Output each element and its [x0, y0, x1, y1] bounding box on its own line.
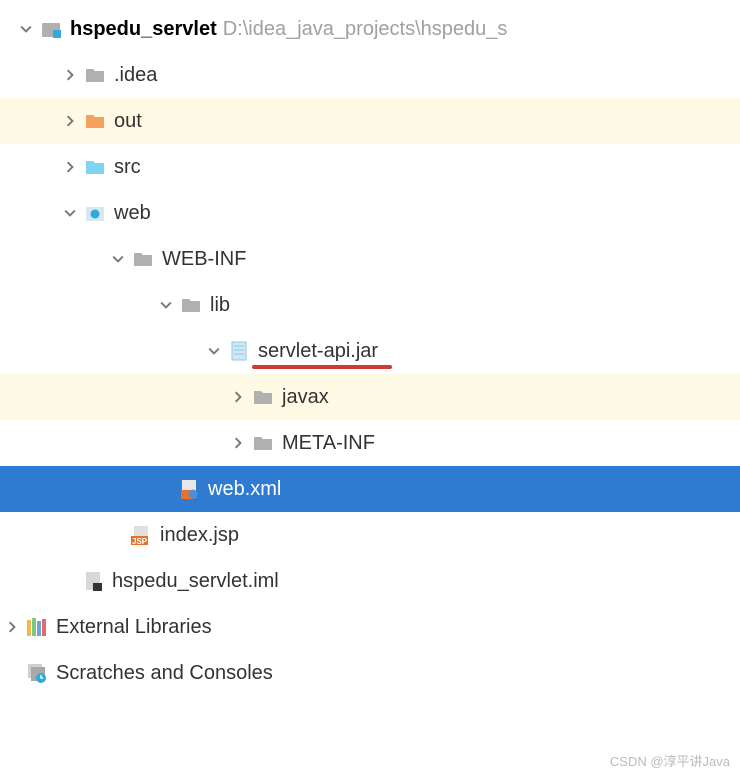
- chevron-down-icon[interactable]: [158, 297, 174, 313]
- folder-icon: [132, 249, 154, 269]
- chevron-down-icon[interactable]: [110, 251, 126, 267]
- project-tree: hspedu_servlet D:\idea_java_projects\hsp…: [0, 0, 740, 696]
- tree-item-label: out: [114, 110, 142, 133]
- tree-row-scratches[interactable]: Scratches and Consoles: [0, 650, 740, 696]
- tree-item-label: META-INF: [282, 432, 375, 455]
- folder-icon: [252, 387, 274, 407]
- tree-item-label: servlet-api.jar: [258, 340, 378, 363]
- tree-item-label: WEB-INF: [162, 248, 246, 271]
- tree-row-webxml[interactable]: web.xml: [0, 466, 740, 512]
- chevron-down-icon[interactable]: [206, 343, 222, 359]
- libraries-icon: [26, 617, 48, 637]
- folder-icon: [180, 295, 202, 315]
- annotation-underline: [252, 365, 392, 369]
- folder-icon: [84, 111, 106, 131]
- chevron-right-icon[interactable]: [62, 67, 78, 83]
- chevron-right-icon[interactable]: [4, 619, 20, 635]
- web-folder-icon: [84, 203, 106, 223]
- tree-row-webinf[interactable]: WEB-INF: [0, 236, 740, 282]
- folder-icon: [84, 65, 106, 85]
- tree-row-out[interactable]: out: [0, 98, 740, 144]
- jar-icon: [228, 341, 250, 361]
- folder-icon: [252, 433, 274, 453]
- iml-file-icon: [82, 571, 104, 591]
- tree-item-label: web: [114, 202, 151, 225]
- tree-item-label: javax: [282, 386, 329, 409]
- tree-row-iml[interactable]: hspedu_servlet.iml: [0, 558, 740, 604]
- tree-row-metainf[interactable]: META-INF: [0, 420, 740, 466]
- tree-item-label: lib: [210, 294, 230, 317]
- chevron-down-icon[interactable]: [62, 205, 78, 221]
- chevron-down-icon[interactable]: [18, 21, 34, 37]
- project-name: hspedu_servlet: [70, 18, 217, 41]
- tree-row-web[interactable]: web: [0, 190, 740, 236]
- watermark: CSDN @淳平讲Java: [610, 751, 730, 770]
- xml-file-icon: [178, 479, 200, 499]
- scratches-icon: [26, 663, 48, 683]
- tree-item-label: index.jsp: [160, 524, 239, 547]
- tree-item-label: Scratches and Consoles: [56, 662, 273, 685]
- chevron-right-icon[interactable]: [62, 159, 78, 175]
- tree-row-javax[interactable]: javax: [0, 374, 740, 420]
- tree-row-idea[interactable]: .idea: [0, 52, 740, 98]
- folder-icon: [84, 157, 106, 177]
- tree-item-label: .idea: [114, 64, 157, 87]
- chevron-right-icon[interactable]: [62, 113, 78, 129]
- chevron-right-icon[interactable]: [230, 435, 246, 451]
- svg-text:JSP: JSP: [132, 537, 148, 545]
- tree-row-indexjsp[interactable]: JSP index.jsp: [0, 512, 740, 558]
- project-path: D:\idea_java_projects\hspedu_s: [223, 18, 508, 41]
- tree-item-label: External Libraries: [56, 616, 212, 639]
- module-icon: [40, 19, 62, 39]
- tree-row-src[interactable]: src: [0, 144, 740, 190]
- tree-item-label: web.xml: [208, 478, 281, 501]
- tree-row-servlet-jar[interactable]: servlet-api.jar: [0, 328, 740, 374]
- tree-item-label: src: [114, 156, 141, 179]
- tree-row-lib[interactable]: lib: [0, 282, 740, 328]
- chevron-right-icon[interactable]: [230, 389, 246, 405]
- jsp-file-icon: JSP: [130, 525, 152, 545]
- tree-item-label: hspedu_servlet.iml: [112, 570, 279, 593]
- tree-row-project[interactable]: hspedu_servlet D:\idea_java_projects\hsp…: [0, 6, 740, 52]
- tree-row-external-libs[interactable]: External Libraries: [0, 604, 740, 650]
